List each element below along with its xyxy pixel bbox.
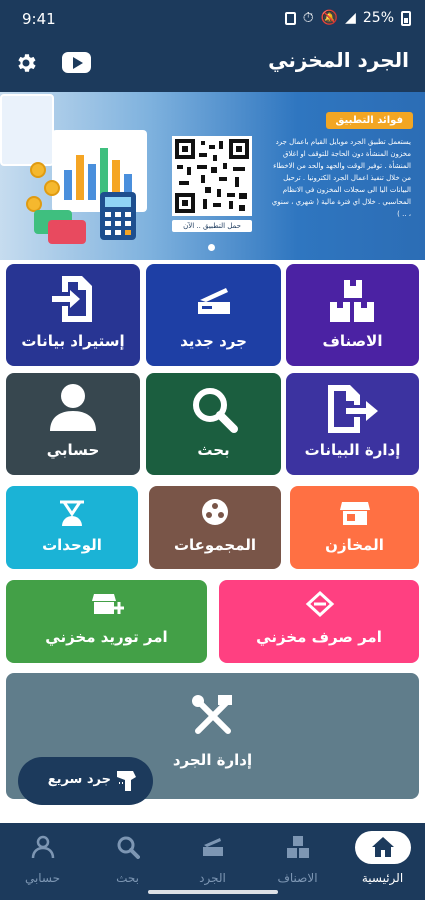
handshake-icon [305, 590, 335, 618]
app-header: الجرد المخزني [0, 36, 425, 92]
tile-units[interactable]: الوحدات [6, 486, 138, 569]
add-store-icon [92, 594, 124, 614]
gear-icon[interactable] [14, 51, 38, 75]
notification-icon [284, 11, 296, 25]
tile-new-count[interactable]: جرد جديد [146, 264, 281, 366]
tile-label: الوحدات [42, 536, 102, 554]
coin-icon [44, 180, 60, 196]
tile-label: بحث [197, 441, 230, 459]
tile-label: امر توريد مخزني [45, 628, 168, 646]
nav-home[interactable]: الرئيسية [340, 831, 425, 891]
tile-items[interactable]: الاصناف [286, 264, 419, 366]
tile-label: المخازن [325, 536, 384, 554]
quick-count-label: جرد سريع [47, 772, 111, 787]
qr-caption: حمل التطبيق .. الآن [172, 220, 252, 232]
quick-count-button[interactable]: جرد سريع [18, 757, 153, 805]
tile-label: حسابي [46, 441, 100, 459]
scale-icon [60, 500, 84, 526]
banner-text: يستعمل تطبيق الجرد موبايل القيام باعمال … [271, 138, 411, 218]
alarm-icon: ⏱ [302, 10, 314, 26]
nav-label: بحث [116, 871, 139, 885]
tile-label: إدارة البيانات [304, 441, 401, 459]
document-illustration [0, 94, 54, 166]
tile-label: المجموعات [173, 536, 257, 554]
status-icons: ⏱ 🔕 ◢ 25% [284, 10, 411, 26]
tile-label: إستيراد بيانات [21, 332, 125, 350]
tile-groups[interactable]: المجموعات [149, 486, 281, 569]
credit-card-icon [48, 220, 86, 244]
tile-label: الاصناف [322, 332, 383, 350]
scanner-icon [198, 288, 230, 314]
nav-label: الاصناف [277, 871, 318, 885]
tile-label: جرد جديد [180, 332, 247, 350]
system-home-indicator[interactable] [148, 890, 278, 894]
signal-icon: ◢ [345, 10, 356, 26]
tile-label: امر صرف مخزني [256, 628, 382, 646]
banner-tag: فوائد التطبيق [325, 112, 413, 129]
user-icon [31, 835, 55, 859]
bottom-nav: الرئيسية الاصناف الجرد بحث حسابي [0, 823, 425, 900]
nav-search[interactable]: بحث [85, 831, 170, 891]
nav-label: حسابي [24, 871, 61, 885]
status-bar: 9:41 ⏱ 🔕 ◢ 25% [0, 0, 425, 36]
tile-supply-order[interactable]: امر توريد مخزني [6, 580, 207, 663]
home-icon [372, 837, 394, 857]
carousel-indicator[interactable] [208, 244, 215, 251]
battery-icon [401, 10, 411, 26]
file-import-icon [52, 276, 92, 322]
search-icon [117, 836, 140, 859]
promo-banner[interactable]: حمل التطبيق .. الآن فوائد التطبيق يستعمل… [0, 92, 425, 260]
tools-icon [192, 695, 232, 734]
tile-import-data[interactable]: إستيراد بيانات [6, 264, 140, 366]
scanner-icon [203, 838, 223, 856]
barcode-scanner-icon [117, 771, 136, 791]
tile-issue-order[interactable]: امر صرف مخزني [219, 580, 419, 663]
boxes-icon [287, 836, 309, 858]
coin-icon [30, 162, 46, 178]
battery-level: 25% [362, 10, 394, 26]
search-icon [193, 388, 238, 433]
page-title: الجرد المخزني [268, 48, 409, 72]
status-time: 9:41 [22, 10, 56, 28]
mute-icon: 🔕 [320, 10, 339, 26]
file-export-icon [328, 385, 378, 433]
nav-label: الرئيسية [361, 871, 404, 885]
qr-code-icon [175, 139, 249, 213]
calculator-icon [100, 192, 136, 240]
nav-label: الجرد [199, 871, 226, 885]
tile-my-account[interactable]: حسابي [6, 373, 140, 475]
qr-code [172, 136, 252, 216]
store-icon [340, 502, 370, 525]
tile-search[interactable]: بحث [146, 373, 281, 475]
tile-data-management[interactable]: إدارة البيانات [286, 373, 419, 475]
boxes-icon [330, 280, 374, 322]
youtube-icon[interactable] [62, 52, 91, 73]
nav-count[interactable]: الجرد [170, 831, 255, 891]
nav-account[interactable]: حسابي [0, 831, 85, 891]
nav-items[interactable]: الاصناف [255, 831, 340, 891]
group-icon [202, 499, 228, 525]
tile-warehouses[interactable]: المخازن [290, 486, 419, 569]
user-icon [50, 384, 96, 431]
